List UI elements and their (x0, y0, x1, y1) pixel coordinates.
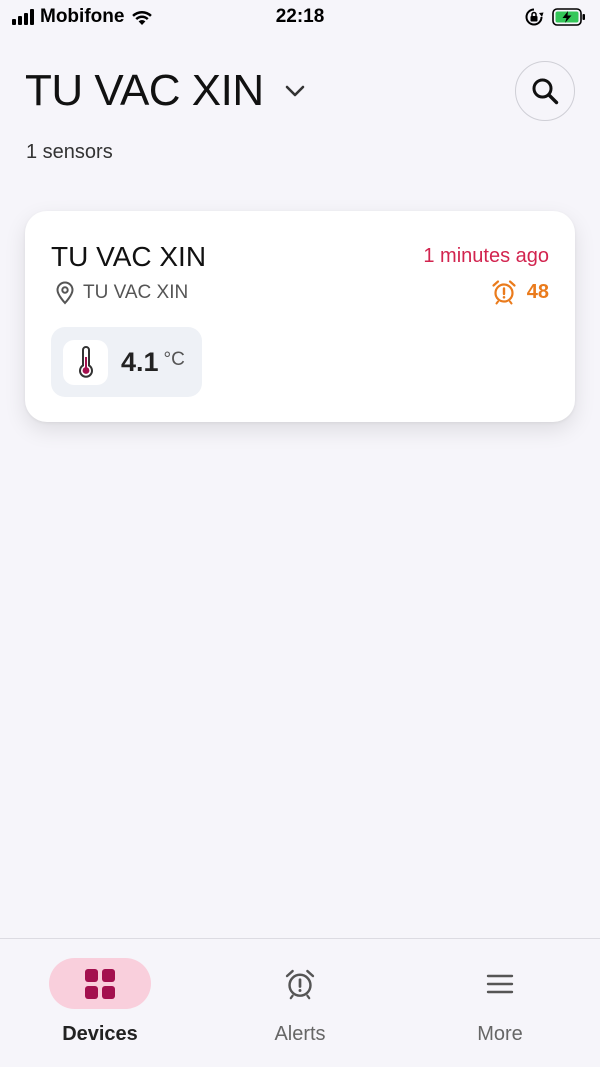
search-button[interactable] (515, 61, 575, 121)
header: TU VAC XIN (25, 56, 575, 126)
tab-alerts-label[interactable]: Alerts (274, 1023, 325, 1046)
tab-more[interactable]: More (400, 939, 600, 1067)
page-title[interactable]: TU VAC XIN (25, 66, 264, 116)
tab-devices-label[interactable]: Devices (62, 1023, 138, 1046)
temperature-value: 4.1 (121, 346, 159, 377)
status-left: Mobifone (12, 6, 154, 28)
alarm-clock-icon (285, 969, 315, 999)
device-location: TU VAC XIN (55, 281, 188, 305)
status-right (524, 7, 586, 27)
tab-alerts-pill[interactable] (249, 958, 351, 1009)
grid-icon (85, 968, 115, 999)
tab-more-label[interactable]: More (477, 1023, 523, 1046)
thermometer-icon (63, 339, 108, 385)
cellular-signal-icon (12, 9, 34, 25)
orientation-lock-icon (525, 8, 544, 26)
device-card[interactable]: TU VAC XIN TU VAC XIN 1 minutes ago 48 4… (25, 211, 575, 422)
device-name: TU VAC XIN (51, 241, 207, 272)
temperature-reading: 4.1 °C (51, 327, 202, 397)
tab-alerts[interactable]: Alerts (200, 939, 400, 1067)
tab-devices[interactable]: Devices (0, 939, 200, 1067)
status-bar: Mobifone 22:18 (0, 0, 600, 34)
menu-icon (486, 974, 514, 993)
alert-count-badge: 48 (491, 279, 549, 305)
last-update-time: 1 minutes ago (423, 245, 549, 267)
tab-devices-pill[interactable] (49, 958, 151, 1009)
carrier-name: Mobifone (40, 6, 125, 27)
temperature-unit: °C (163, 349, 185, 370)
alert-count: 48 (526, 280, 549, 303)
battery-charging-icon (552, 8, 585, 26)
wifi-icon (132, 10, 153, 25)
device-location-label: TU VAC XIN (83, 282, 189, 303)
location-selector[interactable]: TU VAC XIN (25, 66, 308, 116)
location-pin-icon (56, 281, 74, 305)
sensor-count: 1 sensors (26, 141, 113, 163)
search-icon (532, 78, 559, 105)
alarm-clock-icon (492, 280, 516, 305)
tab-more-pill[interactable] (449, 958, 551, 1009)
chevron-down-icon[interactable] (282, 78, 308, 104)
bottom-tab-bar: Devices Alerts More (0, 938, 600, 1067)
